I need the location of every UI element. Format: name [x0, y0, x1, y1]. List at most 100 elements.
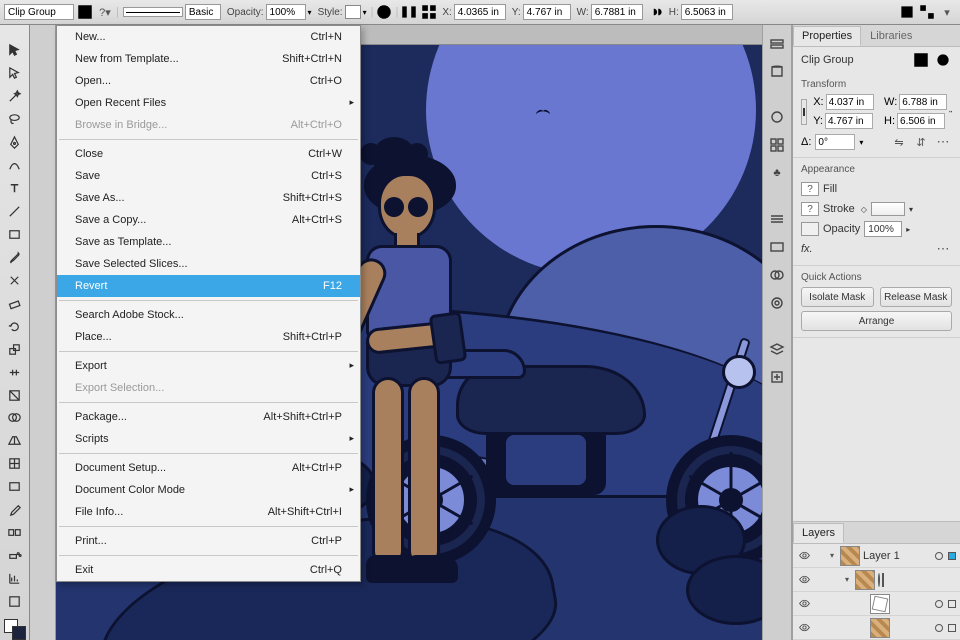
- clubs-panel-icon[interactable]: ♣: [767, 163, 787, 183]
- reference-point-picker[interactable]: [801, 99, 807, 125]
- layer-row[interactable]: [793, 616, 960, 640]
- gradient-tool[interactable]: [4, 476, 26, 497]
- perspective-tool[interactable]: [4, 430, 26, 451]
- isolate-icon[interactable]: [918, 3, 936, 21]
- layer-row[interactable]: ▾: [793, 568, 960, 592]
- transform-y-input[interactable]: [825, 113, 873, 129]
- menu-item-open-recent-files[interactable]: Open Recent Files: [57, 92, 360, 114]
- menu-item-place[interactable]: Place...Shift+Ctrl+P: [57, 326, 360, 348]
- menu-item-search-adobe-stock[interactable]: Search Adobe Stock...: [57, 304, 360, 326]
- shaper-icon[interactable]: [898, 3, 916, 21]
- transform-icon[interactable]: [420, 3, 438, 21]
- recolor-icon[interactable]: [375, 3, 393, 21]
- expand-toggle-icon[interactable]: ▾: [842, 575, 852, 584]
- rotate-tool[interactable]: [4, 316, 26, 337]
- menu-item-exit[interactable]: ExitCtrl+Q: [57, 559, 360, 581]
- menu-item-scripts[interactable]: Scripts: [57, 428, 360, 450]
- x-input[interactable]: 4.0365 in: [454, 4, 506, 20]
- symbol-sprayer-tool[interactable]: [4, 545, 26, 566]
- lasso-tool[interactable]: [4, 109, 26, 130]
- release-mask-button[interactable]: Release Mask: [880, 287, 953, 307]
- w-input[interactable]: 6.7881 in: [591, 4, 643, 20]
- flip-h-icon[interactable]: ⇋: [890, 133, 908, 151]
- rectangle-tool[interactable]: [4, 224, 26, 245]
- eyedropper-tool[interactable]: [4, 499, 26, 520]
- asset-export-icon[interactable]: [767, 367, 787, 387]
- libraries-panel-icon[interactable]: [767, 61, 787, 81]
- menu-item-revert[interactable]: RevertF12: [57, 275, 360, 297]
- menu-item-save[interactable]: SaveCtrl+S: [57, 165, 360, 187]
- menu-item-print[interactable]: Print...Ctrl+P: [57, 530, 360, 552]
- menu-item-new-from-template[interactable]: New from Template...Shift+Ctrl+N: [57, 48, 360, 70]
- constrain-proportions-icon[interactable]: [949, 103, 952, 121]
- stroke-weight-input[interactable]: [871, 202, 905, 216]
- edit-contents-icon[interactable]: [76, 3, 94, 21]
- transparency-panel-icon[interactable]: [767, 265, 787, 285]
- target-icon[interactable]: [935, 624, 943, 632]
- link-wh-icon[interactable]: [647, 3, 665, 21]
- libraries-tab[interactable]: Libraries: [861, 26, 921, 46]
- stroke-preview[interactable]: [123, 7, 183, 17]
- artboard-tool[interactable]: [4, 591, 26, 612]
- menu-item-save-as-template[interactable]: Save as Template...: [57, 231, 360, 253]
- visibility-toggle-icon[interactable]: [797, 549, 811, 563]
- stroke-profile-dropdown[interactable]: Basic: [185, 4, 221, 20]
- opacity-input[interactable]: 100%: [266, 4, 306, 20]
- stroke-swatch[interactable]: ?: [801, 202, 819, 216]
- appearance-panel-icon[interactable]: [767, 293, 787, 313]
- align-icon[interactable]: [400, 3, 418, 21]
- curvature-tool[interactable]: [4, 155, 26, 176]
- free-transform-tool[interactable]: [4, 385, 26, 406]
- menu-item-export[interactable]: Export: [57, 355, 360, 377]
- target-icon[interactable]: [878, 573, 880, 587]
- menu-item-save-as[interactable]: Save As...Shift+Ctrl+S: [57, 187, 360, 209]
- transform-angle-input[interactable]: [815, 134, 855, 150]
- object-type-dropdown[interactable]: Clip Group: [4, 4, 74, 20]
- appearance-opacity-input[interactable]: 100%: [864, 221, 902, 237]
- selection-indicator[interactable]: [882, 573, 884, 587]
- direct-selection-tool[interactable]: [4, 63, 26, 84]
- mesh-tool[interactable]: [4, 453, 26, 474]
- target-icon[interactable]: [935, 552, 943, 560]
- transform-h-input[interactable]: [897, 113, 945, 129]
- stroke-panel-icon[interactable]: [767, 209, 787, 229]
- arrange-button[interactable]: Arrange: [801, 311, 952, 331]
- visibility-toggle-icon[interactable]: [797, 597, 811, 611]
- width-tool[interactable]: [4, 362, 26, 383]
- blend-tool[interactable]: [4, 522, 26, 543]
- menu-item-save-a-copy[interactable]: Save a Copy...Alt+Ctrl+S: [57, 209, 360, 231]
- eraser-tool[interactable]: [4, 293, 26, 314]
- y-input[interactable]: 4.767 in: [523, 4, 571, 20]
- edit-clip-icon[interactable]: [912, 51, 930, 69]
- properties-tab[interactable]: Properties: [793, 26, 861, 46]
- flip-v-icon[interactable]: ⇵: [912, 133, 930, 151]
- more-appearance-icon[interactable]: ⋯: [934, 240, 952, 258]
- transform-x-input[interactable]: [826, 94, 874, 110]
- menu-item-close[interactable]: CloseCtrl+W: [57, 143, 360, 165]
- layer-row[interactable]: ▾ Layer 1: [793, 544, 960, 568]
- properties-panel-icon[interactable]: [767, 33, 787, 53]
- edit-contents-icon-2[interactable]: [934, 51, 952, 69]
- menu-item-package[interactable]: Package...Alt+Shift+Ctrl+P: [57, 406, 360, 428]
- swatches-panel-icon[interactable]: [767, 135, 787, 155]
- shape-builder-tool[interactable]: [4, 408, 26, 429]
- transform-w-input[interactable]: [899, 94, 947, 110]
- isolate-mask-button[interactable]: Isolate Mask: [801, 287, 874, 307]
- shaper-tool[interactable]: [4, 270, 26, 291]
- menu-item-document-color-mode[interactable]: Document Color Mode: [57, 479, 360, 501]
- selection-indicator[interactable]: [948, 552, 956, 560]
- menu-item-save-selected-slices[interactable]: Save Selected Slices...: [57, 253, 360, 275]
- menu-item-new[interactable]: New...Ctrl+N: [57, 26, 360, 48]
- visibility-toggle-icon[interactable]: [797, 621, 811, 635]
- fill-swatch[interactable]: ?: [801, 182, 819, 196]
- graphic-style-swatch[interactable]: [345, 5, 361, 19]
- layer-row[interactable]: [793, 592, 960, 616]
- visibility-toggle-icon[interactable]: [797, 573, 811, 587]
- target-icon[interactable]: [935, 600, 943, 608]
- fill-stroke-swatches[interactable]: [4, 619, 26, 640]
- paintbrush-tool[interactable]: [4, 247, 26, 268]
- layers-panel-icon[interactable]: [767, 339, 787, 359]
- selection-tool[interactable]: [4, 40, 26, 61]
- gradient-panel-icon[interactable]: [767, 237, 787, 257]
- more-transform-icon[interactable]: ⋯: [934, 133, 952, 151]
